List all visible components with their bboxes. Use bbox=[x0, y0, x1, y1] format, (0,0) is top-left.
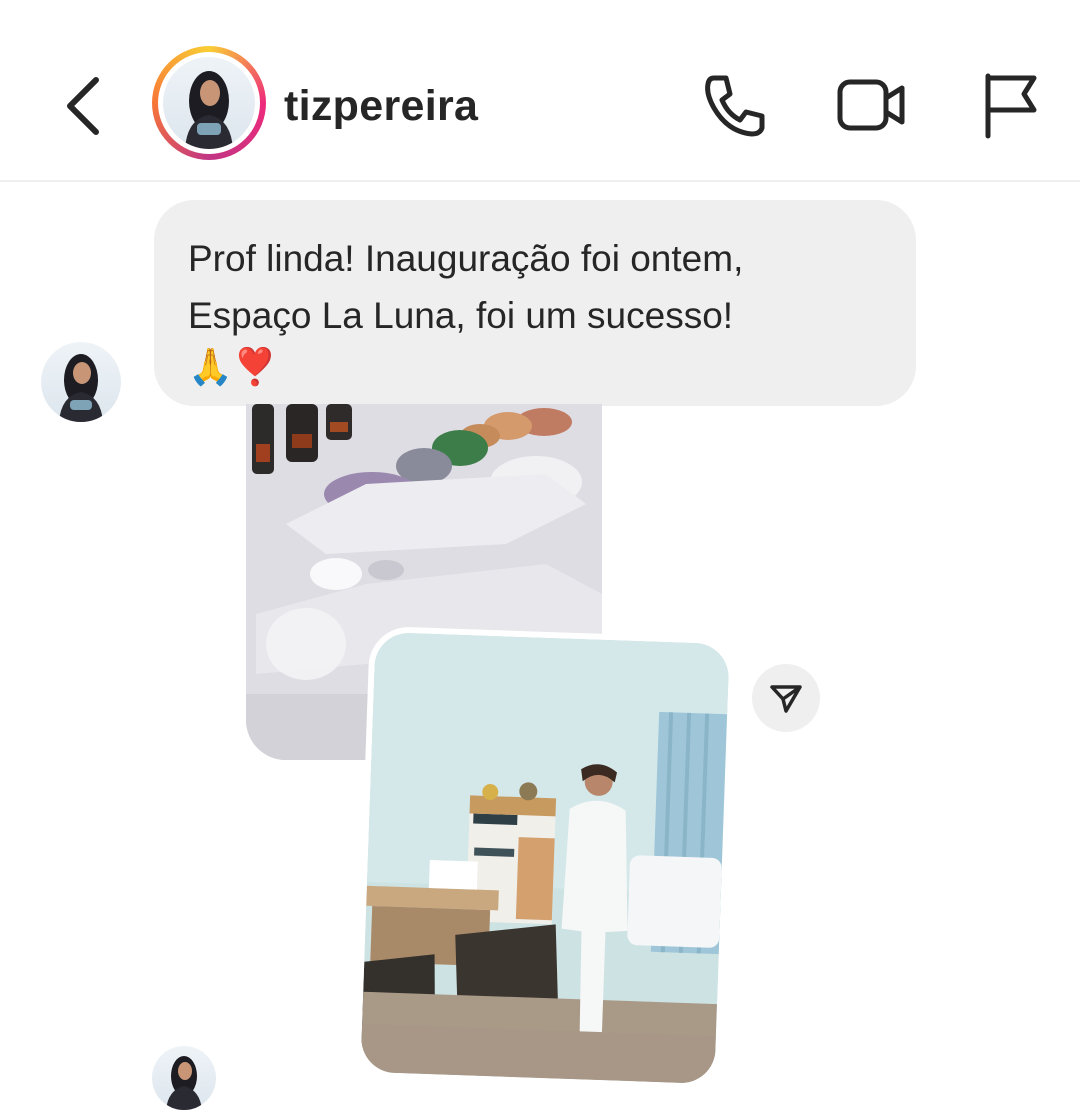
report-button[interactable] bbox=[976, 68, 1050, 142]
message-bubble[interactable]: Prof linda! Inauguração foi ontem, Espaç… bbox=[154, 200, 916, 406]
paper-plane-icon bbox=[770, 685, 802, 713]
back-button[interactable] bbox=[56, 66, 118, 146]
share-button[interactable] bbox=[752, 664, 820, 732]
video-camera-icon bbox=[837, 79, 905, 131]
message-line: Prof linda! Inauguração foi ontem, bbox=[188, 238, 744, 279]
shared-story-photo-room[interactable] bbox=[360, 631, 730, 1085]
message-emojis: 🙏❣️ bbox=[188, 346, 278, 387]
sender-avatar[interactable] bbox=[41, 342, 121, 422]
chevron-left-icon bbox=[67, 77, 99, 135]
profile-avatar[interactable] bbox=[152, 46, 266, 160]
sender-avatar[interactable] bbox=[152, 1046, 216, 1110]
therapy-room-image bbox=[360, 631, 730, 1085]
flag-icon bbox=[985, 73, 1037, 139]
video-call-button[interactable] bbox=[834, 68, 908, 142]
avatar-photo bbox=[163, 57, 255, 149]
message-line: Espaço La Luna, foi um sucesso! bbox=[188, 295, 734, 336]
phone-icon bbox=[705, 75, 765, 137]
voice-call-button[interactable] bbox=[698, 68, 772, 142]
chat-header: tizpereira bbox=[0, 0, 1080, 182]
chat-username[interactable]: tizpereira bbox=[284, 82, 478, 131]
